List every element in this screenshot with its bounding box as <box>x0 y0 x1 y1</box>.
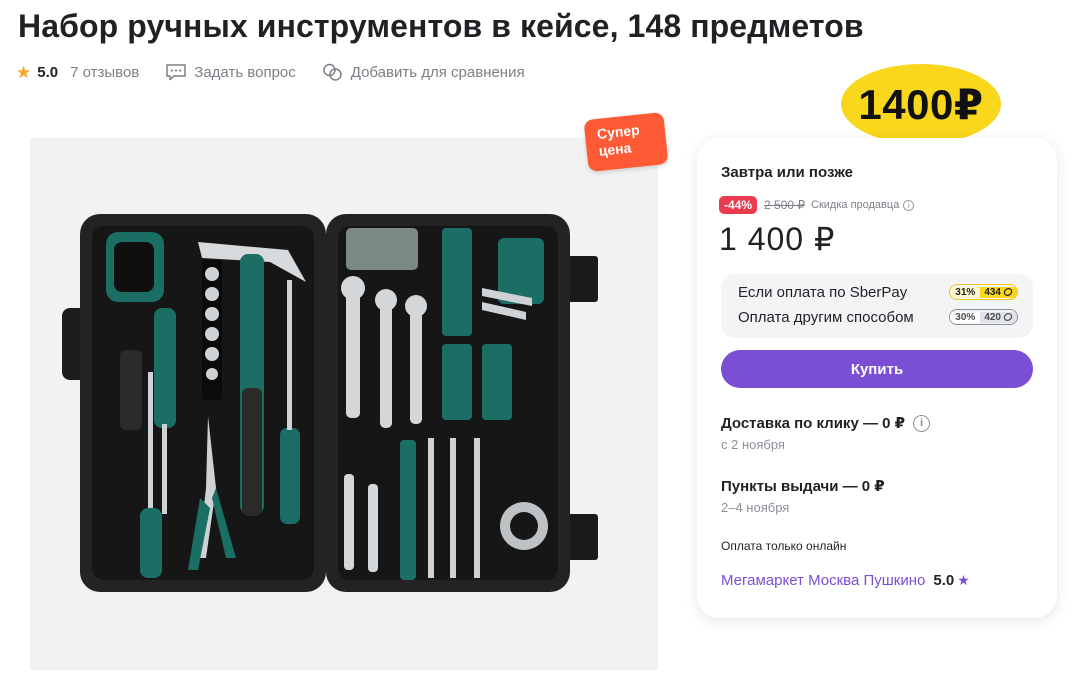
pickup-block: Пункты выдачи — 0 ₽ 2–4 ноября <box>721 477 885 515</box>
discount-row: -44% 2 500 ₽ Скидка продавца i <box>719 196 915 214</box>
delivery-click-title: Доставка по клику — 0 ₽ i <box>721 414 931 432</box>
ask-question-button[interactable]: Задать вопрос <box>165 63 296 81</box>
delivery-click-date: с 2 ноября <box>721 437 785 452</box>
ask-question-label: Задать вопрос <box>194 63 296 81</box>
product-title: Набор ручных инструментов в кейсе, 148 п… <box>18 8 864 44</box>
delivery-time: Завтра или позже <box>721 164 853 181</box>
bonus-badge: 31% 434 <box>949 284 1018 300</box>
star-icon: ★ <box>957 572 970 588</box>
reviews-link[interactable]: 7 отзывов <box>70 64 139 81</box>
buy-button[interactable]: Купить <box>721 350 1033 388</box>
price-badge: 1400₽ <box>841 64 1001 144</box>
bonus-badge: 30% 420 <box>949 309 1018 325</box>
bonus-points-value: 420 <box>984 311 1001 323</box>
payment-option-sberpay: Если оплата по SberPay 31% 434 <box>738 280 1018 304</box>
delivery-click-label: Доставка по клику — 0 ₽ <box>721 415 906 432</box>
online-only-note: Оплата только онлайн <box>721 539 847 553</box>
bonus-points: 420 <box>980 311 1017 323</box>
add-compare-button[interactable]: Добавить для сравнения <box>322 62 525 82</box>
seller-link[interactable]: Мегамаркет Москва Пушкино <box>721 572 925 589</box>
payment-option-other: Оплата другим способом 30% 420 <box>738 305 1018 329</box>
add-compare-label: Добавить для сравнения <box>350 63 525 81</box>
info-icon[interactable]: i <box>913 414 931 432</box>
bonus-percent: 31% <box>950 286 981 298</box>
coin-icon <box>1003 287 1013 297</box>
bonus-points: 434 <box>980 286 1017 298</box>
seller-rating: 5.0 <box>933 572 955 589</box>
product-meta-row: ★ 5.0 7 отзывов Задать вопрос Добавить д… <box>16 60 551 84</box>
coin-icon <box>1003 312 1013 322</box>
discount-badge: -44% <box>719 196 758 214</box>
product-image[interactable] <box>30 138 658 670</box>
current-price: 1 400 ₽ <box>719 221 836 257</box>
payment-option-label: Если оплата по SberPay <box>738 283 908 301</box>
info-icon[interactable]: i <box>903 199 915 211</box>
bonus-percent: 30% <box>950 311 981 323</box>
seller-discount-label: Скидка продавца <box>811 199 900 211</box>
product-page: Набор ручных инструментов в кейсе, 148 п… <box>0 0 1083 693</box>
tool-case-image <box>62 214 598 592</box>
pickup-title: Пункты выдачи — 0 ₽ <box>721 478 885 495</box>
seller-row: Мегамаркет Москва Пушкино 5.0 ★ <box>721 572 970 589</box>
bonus-points-value: 434 <box>984 286 1001 298</box>
delivery-click-block: Доставка по клику — 0 ₽ i с 2 ноября <box>721 414 931 452</box>
compare-icon <box>323 63 342 81</box>
payment-option-label: Оплата другим способом <box>738 308 914 326</box>
question-chat-icon <box>166 64 187 81</box>
buy-card: Завтра или позже -44% 2 500 ₽ Скидка про… <box>697 138 1057 618</box>
product-rating: 5.0 <box>37 63 59 81</box>
old-price: 2 500 ₽ <box>764 198 806 212</box>
payment-options: Если оплата по SberPay 31% 434 Оплата др… <box>721 274 1033 338</box>
star-icon: ★ <box>16 62 32 82</box>
super-price-tag: Супер цена <box>583 111 669 173</box>
pickup-date: 2–4 ноября <box>721 500 790 515</box>
